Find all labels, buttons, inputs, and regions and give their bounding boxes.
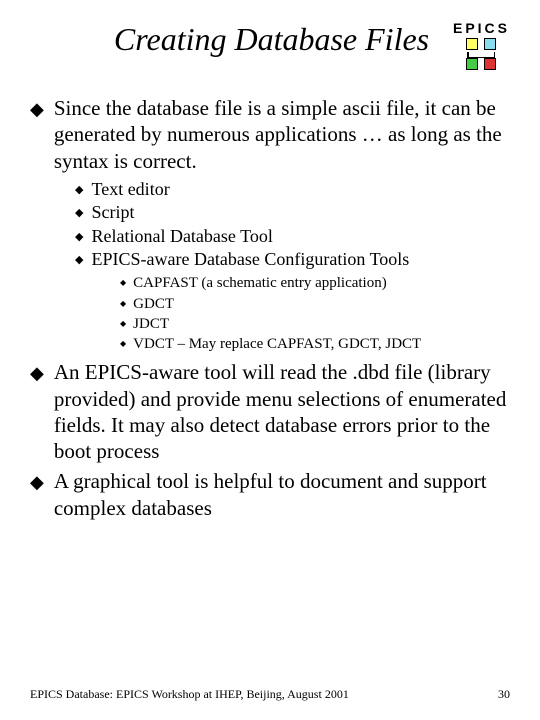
bullet-level-3: ◆ GDCT [120,294,510,314]
slide-content: ◆ Since the database file is a simple as… [30,95,510,521]
bullet-level-3: ◆ CAPFAST (a schematic entry application… [120,273,510,293]
logo-graphic [466,38,496,70]
bullet-text: An EPICS-aware tool will read the .dbd f… [54,359,510,464]
footer-text: EPICS Database: EPICS Workshop at IHEP, … [30,687,349,702]
bullet-text: Text editor [91,178,169,201]
bullet-marker-icon: ◆ [75,230,83,248]
bullet-text: A graphical tool is helpful to document … [54,468,510,521]
bullet-marker-icon: ◆ [75,253,83,271]
bullet-level-2: ◆ Relational Database Tool [75,225,510,248]
bullet-level-2: ◆ Text editor [75,178,510,201]
bullet-level-1: ◆ Since the database file is a simple as… [30,95,510,174]
bullet-marker-icon: ◆ [120,278,126,293]
bullet-marker-icon: ◆ [30,471,44,521]
bullet-text: Relational Database Tool [91,225,272,248]
bullet-marker-icon: ◆ [30,98,44,174]
bullet-level-1: ◆ An EPICS-aware tool will read the .dbd… [30,359,510,464]
logo-box-icon [466,38,478,50]
bullet-level-3: ◆ JDCT [120,314,510,334]
bullet-level-2: ◆ Script [75,201,510,224]
bullet-text: JDCT [133,314,169,334]
slide-footer: EPICS Database: EPICS Workshop at IHEP, … [30,687,510,702]
logo-box-icon [484,58,496,70]
bullet-marker-icon: ◆ [120,319,126,334]
epics-logo-text: EPICS [453,20,510,36]
bullet-text: VDCT – May replace CAPFAST, GDCT, JDCT [133,334,421,354]
bullet-text: Since the database file is a simple asci… [54,95,510,174]
epics-logo: EPICS [453,20,510,70]
bullet-text: EPICS-aware Database Configuration Tools [91,248,409,271]
logo-connector-icon [467,50,495,58]
slide-header: Creating Database Files EPICS [30,20,510,70]
bullet-marker-icon: ◆ [120,299,126,314]
logo-box-icon [484,38,496,50]
bullet-marker-icon: ◆ [120,339,126,354]
bullet-marker-icon: ◆ [30,362,44,464]
bullet-text: CAPFAST (a schematic entry application) [133,273,387,293]
bullet-text: GDCT [133,294,174,314]
slide-title: Creating Database Files [30,20,453,58]
logo-box-icon [466,58,478,70]
bullet-marker-icon: ◆ [75,206,83,224]
bullet-level-3: ◆ VDCT – May replace CAPFAST, GDCT, JDCT [120,334,510,354]
bullet-text: Script [91,201,134,224]
bullet-level-2: ◆ EPICS-aware Database Configuration Too… [75,248,510,271]
page-number: 30 [498,687,510,702]
bullet-marker-icon: ◆ [75,183,83,201]
bullet-level-1: ◆ A graphical tool is helpful to documen… [30,468,510,521]
